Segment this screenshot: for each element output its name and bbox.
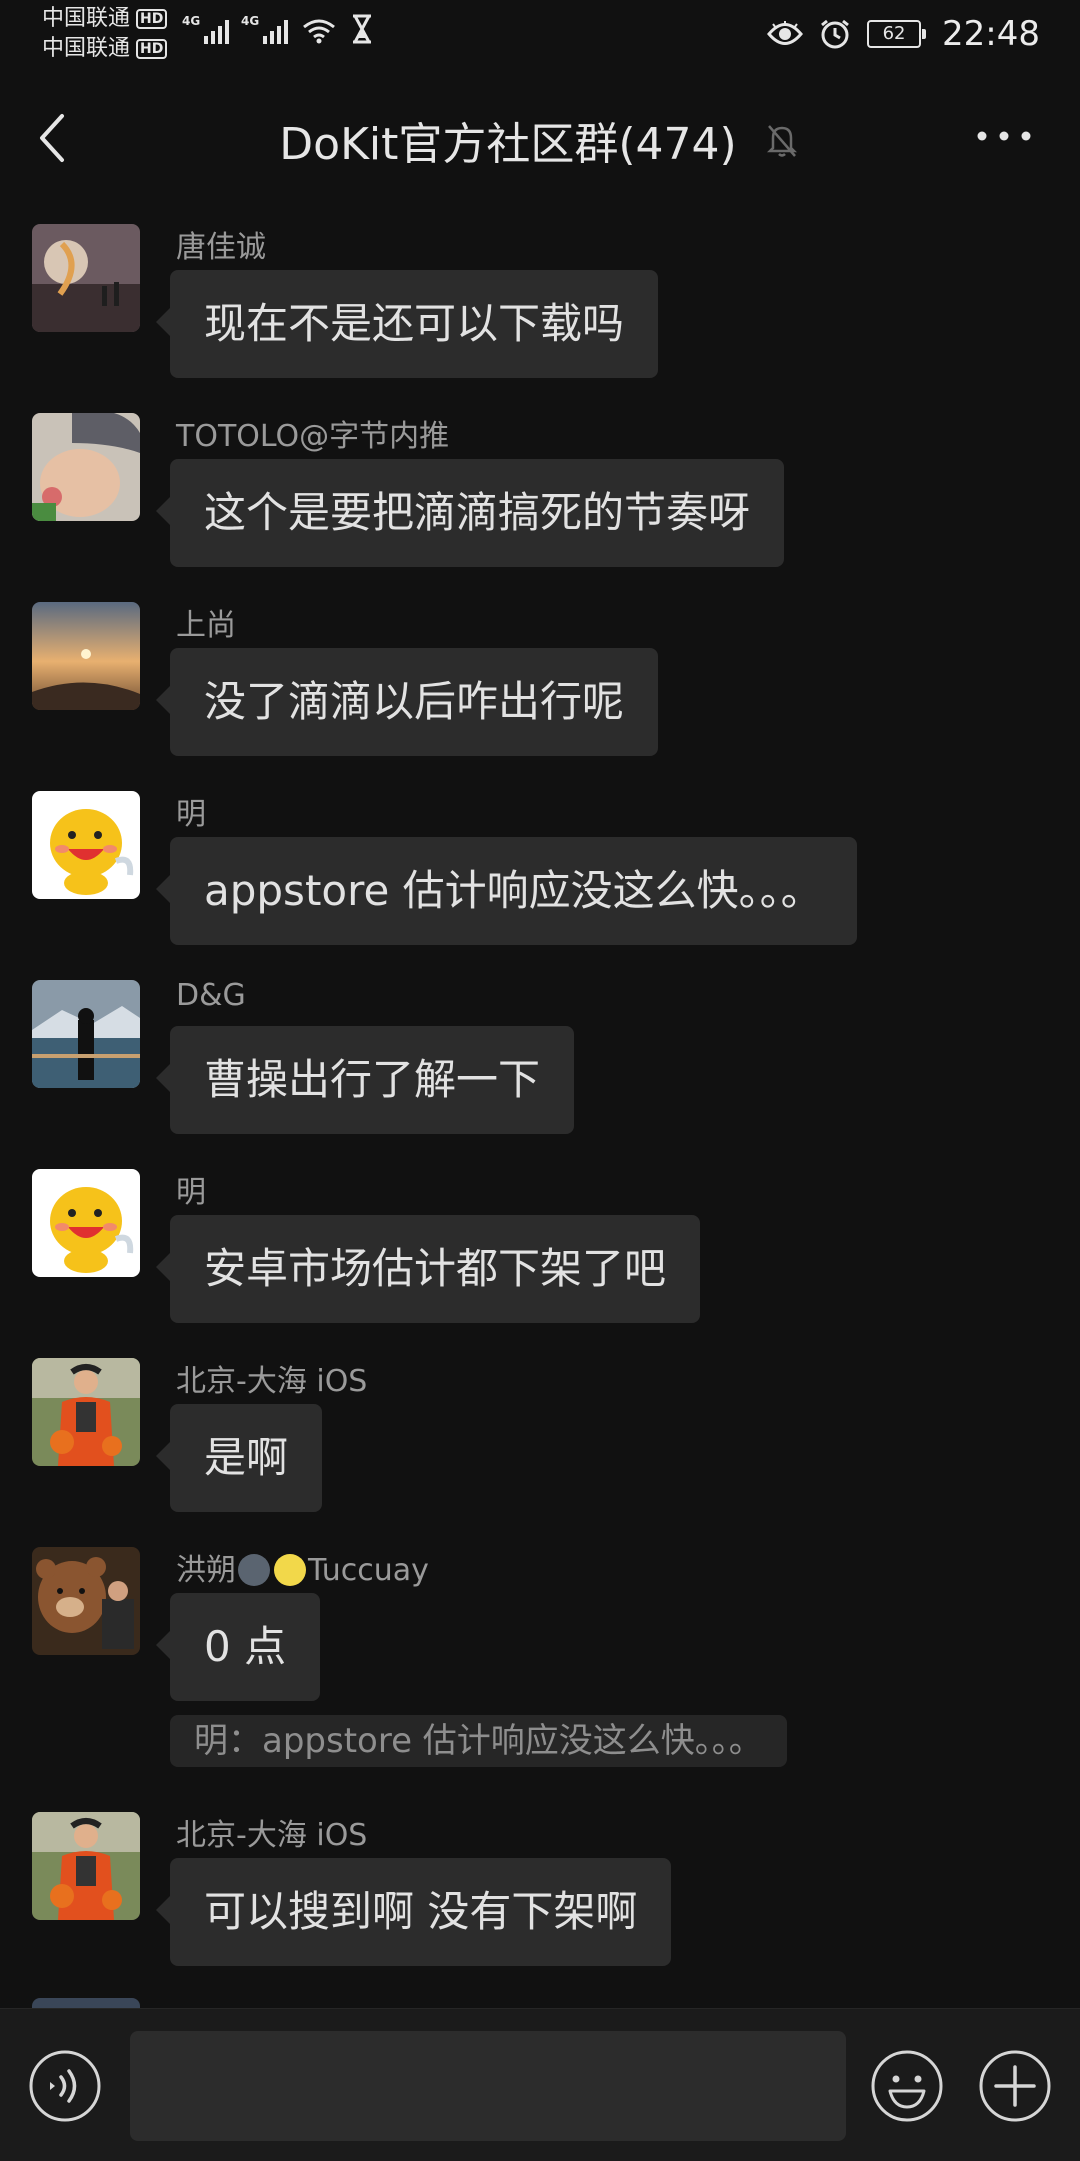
signal-icon: 4G [241,14,288,44]
more-button[interactable] [976,126,1032,146]
sender-name: TOTOLO@字节内推 [176,419,450,454]
avatar[interactable] [32,1169,140,1277]
message-bubble[interactable]: 这个是要把滴滴搞死的节奏呀 [155,459,785,567]
sender-name-suffix: Tuccuay [308,1553,429,1588]
message-bubble[interactable]: 是啊 [155,1404,323,1512]
sender-name: 上尚 [176,608,236,643]
new-moon-emoji-icon [238,1554,270,1586]
signal-icon: 4G [182,14,229,44]
sender-name: 明 [176,797,206,832]
message-input[interactable] [130,2031,846,2141]
carrier-info: 中国联通 HD 中国联通 HD [42,4,168,64]
hd-badge: HD [136,39,168,59]
alarm-icon [821,19,849,49]
sender-name: 唐佳诚 [176,230,266,265]
avatar[interactable] [32,602,140,710]
bell-off-icon [766,125,797,157]
avatar[interactable] [32,1547,140,1655]
sender-name: 北京-大海 iOS [176,1364,368,1399]
avatar[interactable] [32,1358,140,1466]
network-type-1: 4G [182,14,201,28]
sender-name-prefix: 洪朔 [176,1553,236,1588]
quoted-message[interactable]: 明：appstore 估计响应没这么快。。。 [170,1715,787,1767]
wifi-icon [303,19,335,44]
message-bubble[interactable]: 0 点 [155,1593,321,1701]
hourglass-icon [353,14,371,44]
message-bubble[interactable]: 安卓市场估计都下架了吧 [155,1215,701,1323]
voice-button[interactable] [28,2049,102,2123]
battery-level: 62 [867,20,922,48]
message-bubble[interactable]: 现在不是还可以下载吗 [155,270,659,378]
chat-header: DoKit官方社区群(474) [0,70,1080,202]
plus-button[interactable] [978,2049,1052,2123]
carrier-name-1: 中国联通 [42,6,131,31]
carrier-name-2: 中国联通 [42,36,131,61]
chat-title[interactable]: DoKit官方社区群(474) [279,108,736,172]
sender-name: 北京-大海 iOS [176,1818,368,1853]
status-bar: 中国联通 HD 中国联通 HD 4G 4G 62 22:48 [0,0,1080,70]
avatar[interactable] [32,980,140,1088]
avatar[interactable] [32,791,140,899]
emoji-button[interactable] [870,2049,944,2123]
full-moon-face-emoji-icon [274,1554,306,1586]
avatar[interactable] [32,224,140,332]
eye-icon [767,21,803,45]
avatar[interactable] [32,413,140,521]
hd-badge: HD [136,9,168,29]
input-bar [0,2008,1080,2161]
message-bubble[interactable]: appstore 估计响应没这么快。。。 [156,837,857,945]
sender-name: 洪朔 Tuccuay [176,1545,429,1589]
avatar[interactable] [32,1812,140,1920]
message-bubble[interactable]: 没了滴滴以后咋出行呢 [155,648,659,756]
network-type-2: 4G [241,14,260,28]
message-bubble[interactable]: 可以搜到啊 没有下架啊 [155,1858,672,1966]
sender-name: D&G [176,978,246,1013]
battery-icon: 62 [867,20,927,48]
sender-name: 明 [176,1175,206,1210]
message-bubble[interactable]: 曹操出行了解一下 [155,1026,575,1134]
clock: 22:48 [942,14,1040,54]
avatar [32,1998,140,2008]
